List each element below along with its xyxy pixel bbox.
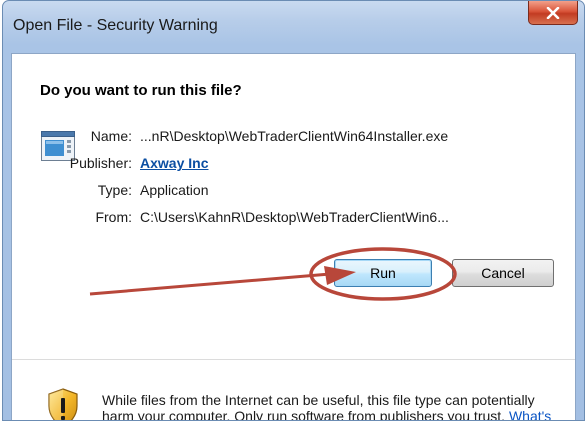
publisher-link[interactable]: Axway Inc (140, 155, 208, 171)
close-button[interactable] (528, 1, 578, 25)
run-button[interactable]: Run (334, 259, 432, 287)
annotation-arrow (89, 271, 343, 296)
type-label: Type: (97, 182, 132, 198)
security-warning-window: Open File - Security Warning Do you want… (2, 0, 585, 421)
name-label: Name: (90, 128, 132, 144)
publisher-label: Publisher: (69, 155, 132, 171)
field-from-row: From: C:\Users\KahnR\Desktop\WebTraderCl… (12, 209, 572, 227)
field-type-row: Type: Application (12, 182, 572, 200)
field-name-row: Name: ...nR\Desktop\WebTraderClientWin64… (12, 128, 572, 146)
close-icon (546, 6, 560, 19)
name-value: ...nR\Desktop\WebTraderClientWin64Instal… (140, 128, 449, 144)
annotation-overlay (89, 247, 457, 301)
type-value: Application (140, 182, 209, 198)
divider (12, 359, 575, 360)
warning-text: While files from the Internet can be use… (102, 392, 535, 421)
from-label: From: (95, 209, 132, 225)
window-title: Open File - Security Warning (13, 17, 218, 34)
field-publisher-row: Publisher: Axway Inc (12, 155, 572, 173)
from-value: C:\Users\KahnR\Desktop\WebTraderClientWi… (140, 209, 449, 225)
shield-warning-icon (48, 388, 78, 420)
dialog-question: Do you want to run this file? (40, 82, 242, 99)
cancel-button[interactable]: Cancel (452, 259, 554, 287)
dialog-content: Do you want to run this file? Name: ...n… (11, 53, 576, 421)
warning-message: While files from the Internet can be use… (102, 392, 562, 421)
